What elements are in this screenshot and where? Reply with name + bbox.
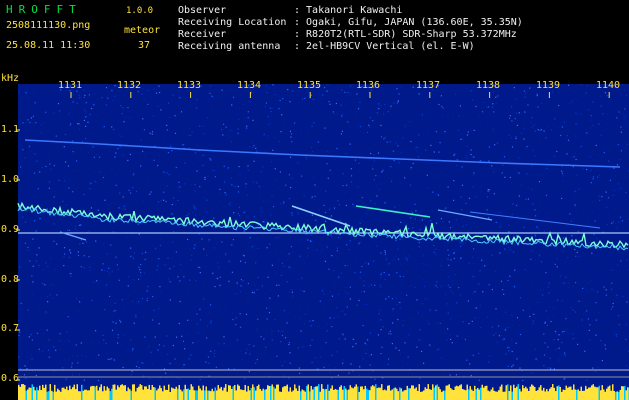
spectrogram-plot <box>16 84 629 400</box>
x-tick-label: 1136 <box>356 80 381 91</box>
y-tick-label: 1.1 <box>1 124 20 135</box>
info-value-location: : Ogaki, Gifu, JAPAN (136.60E, 35.35N) <box>294 17 523 28</box>
info-value-receiver: : R820T2(RTL-SDR) SDR-Sharp 53.372MHz <box>294 29 517 40</box>
x-tick-label: 1138 <box>476 80 501 91</box>
y-tick-label: 0.7 <box>1 323 20 334</box>
x-tick-label: 1132 <box>117 80 142 91</box>
y-tick-label: 1.0 <box>1 174 20 185</box>
x-tick-label: 1137 <box>416 80 441 91</box>
x-tick-label: 1135 <box>297 80 322 91</box>
x-tick-label: 1133 <box>177 80 202 91</box>
x-tick-label: 1134 <box>237 80 262 91</box>
y-tick-label: 0.9 <box>1 224 20 235</box>
y-axis-unit: kHz <box>1 73 20 84</box>
info-value-observer: : Takanori Kawachi <box>294 5 403 16</box>
y-tick-label: 0.6 <box>1 373 20 384</box>
capture-datetime: 25.08.11 11:30 <box>6 40 91 51</box>
app-logo: HROFFT <box>6 3 82 16</box>
info-label-antenna: Receiving antenna <box>178 41 281 52</box>
x-tick-label: 1131 <box>58 80 83 91</box>
info-label-receiver: Receiver <box>178 29 227 40</box>
meteor-count: 37 <box>138 40 151 51</box>
app-version: 1.0.0 <box>126 6 154 16</box>
image-filename: 2508111130.png <box>6 20 91 31</box>
x-tick-label: 1139 <box>536 80 561 91</box>
x-tick-label: 1140 <box>596 80 621 91</box>
info-value-antenna: : 2el-HB9CV Vertical (el. E-W) <box>294 41 475 52</box>
meteor-label: meteor <box>124 25 161 36</box>
info-label-location: Receiving Location <box>178 17 287 28</box>
info-label-observer: Observer <box>178 5 227 16</box>
hrofft-screen: HROFFT 1.0.0 2508111130.png meteor 25.08… <box>0 0 629 400</box>
y-tick-label: 0.8 <box>1 274 20 285</box>
